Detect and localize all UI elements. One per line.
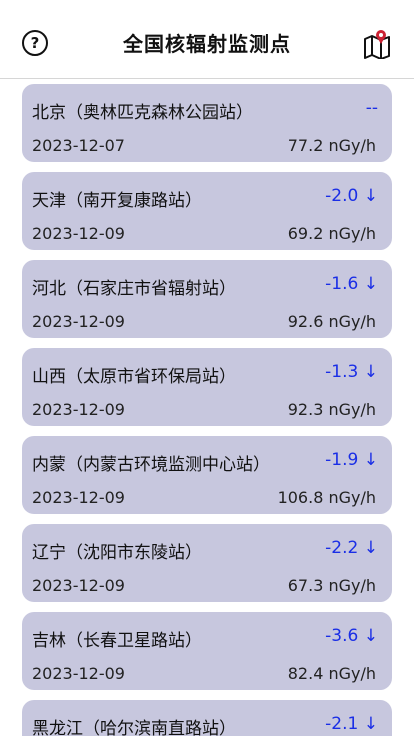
station-change: -2.2 ↓ <box>325 538 378 558</box>
station-name: 山西（太原市省环保局站） <box>32 367 236 387</box>
station-card[interactable]: 河北（石家庄市省辐射站） -1.6 ↓ 2023-12-09 92.6 nGy/… <box>22 260 392 338</box>
station-value: 92.3 nGy/h <box>287 400 376 419</box>
station-date: 2023-12-09 <box>32 576 125 595</box>
station-name: 北京（奥林匹克森林公园站） <box>32 103 253 123</box>
station-name: 吉林（长春卫星路站） <box>32 631 202 651</box>
station-card[interactable]: 辽宁（沈阳市东陵站） -2.2 ↓ 2023-12-09 67.3 nGy/h <box>22 524 392 602</box>
station-change: -2.1 ↓ <box>325 714 378 734</box>
station-value: 106.8 nGy/h <box>277 488 376 507</box>
app-header: ? 全国核辐射监测点 <box>0 0 414 79</box>
station-card[interactable]: 山西（太原市省环保局站） -1.3 ↓ 2023-12-09 92.3 nGy/… <box>22 348 392 426</box>
station-change: -1.6 ↓ <box>325 274 378 294</box>
station-date: 2023-12-09 <box>32 224 125 243</box>
station-card[interactable]: 北京（奥林匹克森林公园站） -- 2023-12-07 77.2 nGy/h <box>22 84 392 162</box>
station-value: 82.4 nGy/h <box>287 664 376 683</box>
station-value: 67.3 nGy/h <box>287 576 376 595</box>
station-card[interactable]: 天津（南开复康路站） -2.0 ↓ 2023-12-09 69.2 nGy/h <box>22 172 392 250</box>
station-change: -- <box>365 98 378 118</box>
station-change: -2.0 ↓ <box>325 186 378 206</box>
station-date: 2023-12-09 <box>32 312 125 331</box>
station-name: 天津（南开复康路站） <box>32 191 202 211</box>
station-date: 2023-12-09 <box>32 488 125 507</box>
station-change: -3.6 ↓ <box>325 626 378 646</box>
station-card[interactable]: 吉林（长春卫星路站） -3.6 ↓ 2023-12-09 82.4 nGy/h <box>22 612 392 690</box>
page-title: 全国核辐射监测点 <box>123 32 291 56</box>
station-value: 77.2 nGy/h <box>287 136 376 155</box>
station-value: 92.6 nGy/h <box>287 312 376 331</box>
station-card[interactable]: 内蒙（内蒙古环境监测中心站） -1.9 ↓ 2023-12-09 106.8 n… <box>22 436 392 514</box>
station-change: -1.9 ↓ <box>325 450 378 470</box>
station-date: 2023-12-09 <box>32 400 125 419</box>
station-change: -1.3 ↓ <box>325 362 378 382</box>
station-date: 2023-12-09 <box>32 664 125 683</box>
station-value: 69.2 nGy/h <box>287 224 376 243</box>
station-name: 河北（石家庄市省辐射站） <box>32 279 236 299</box>
station-name: 黑龙江（哈尔滨南直路站） <box>32 719 236 739</box>
station-name: 内蒙（内蒙古环境监测中心站） <box>32 455 270 475</box>
station-name: 辽宁（沈阳市东陵站） <box>32 543 202 563</box>
station-date: 2023-12-07 <box>32 136 125 155</box>
station-card[interactable]: 黑龙江（哈尔滨南直路站） -2.1 ↓ <box>22 700 392 739</box>
map-icon[interactable] <box>362 29 392 60</box>
